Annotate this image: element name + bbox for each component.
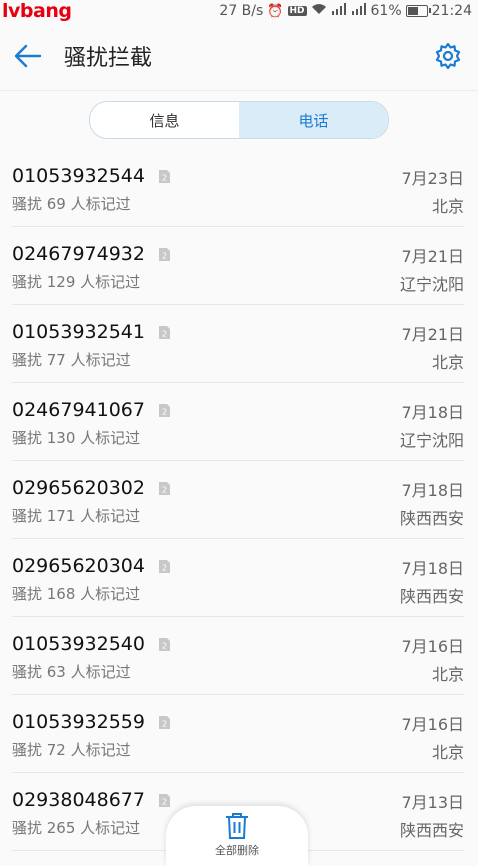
settings-button[interactable] <box>432 40 464 72</box>
call-row[interactable]: 01053932559 2 骚扰 72 人标记过 7月16日北京 <box>12 695 464 773</box>
svg-text:2: 2 <box>162 563 167 572</box>
block-reason: 骚扰 63 人标记过 <box>12 663 131 681</box>
battery-percent: 61% <box>370 3 402 19</box>
call-date: 7月23日 <box>401 169 464 188</box>
blocked-call-list: 01053932544 2 骚扰 69 人标记过 7月23日北京 02467974932… <box>0 149 478 851</box>
block-reason: 骚扰 77 人标记过 <box>12 351 131 369</box>
call-date: 7月16日 <box>401 637 464 656</box>
phone-number-text: 02965620304 <box>12 555 145 577</box>
call-location: 北京 <box>431 197 464 216</box>
call-row[interactable]: 02467974932 2 骚扰 129 人标记过 7月21日辽宁沈阳 <box>12 227 464 305</box>
phone-number-text: 01053932541 <box>12 321 145 343</box>
sim-card-icon: 2 <box>158 793 170 807</box>
svg-text:2: 2 <box>162 407 167 416</box>
trash-icon <box>226 813 248 839</box>
phone-number-text: 02467974932 <box>12 243 145 265</box>
call-location: 北京 <box>431 353 464 372</box>
phone-number: 02467974932 2 <box>12 243 170 265</box>
phone-number: 02467941067 2 <box>12 399 170 421</box>
phone-number-text: 01053932540 <box>12 633 145 655</box>
call-row[interactable]: 02467941067 2 骚扰 130 人标记过 7月18日辽宁沈阳 <box>12 383 464 461</box>
block-reason: 骚扰 265 人标记过 <box>12 819 141 837</box>
page-title: 骚扰拦截 <box>64 46 153 71</box>
call-location: 辽宁沈阳 <box>399 431 464 450</box>
sim-card-icon: 2 <box>158 715 170 729</box>
svg-text:2: 2 <box>162 719 167 728</box>
call-date: 7月21日 <box>401 325 464 344</box>
phone-number-text: 02965620302 <box>12 477 145 499</box>
block-reason: 骚扰 171 人标记过 <box>12 507 141 525</box>
phone-number-text: 01053932544 <box>12 165 145 187</box>
segmented-control: 信息 电话 <box>89 101 389 139</box>
call-location: 陕西西安 <box>399 509 464 528</box>
call-date: 7月13日 <box>401 793 464 812</box>
sim-card-icon: 2 <box>158 403 170 417</box>
call-location: 辽宁沈阳 <box>399 275 464 294</box>
tab-calls[interactable]: 电话 <box>239 102 388 138</box>
phone-number: 02965620302 2 <box>12 477 170 499</box>
call-row[interactable]: 01053932540 2 骚扰 63 人标记过 7月16日北京 <box>12 617 464 695</box>
sim-card-icon: 2 <box>158 247 170 261</box>
back-button[interactable] <box>0 22 56 90</box>
wifi-icon <box>311 3 327 19</box>
phone-number: 01053932540 2 <box>12 633 170 655</box>
call-location: 陕西西安 <box>399 821 464 840</box>
signal-icon-2 <box>351 3 367 19</box>
network-speed: 27 B/s <box>219 3 264 19</box>
svg-text:2: 2 <box>162 485 167 494</box>
call-row[interactable]: 02965620304 2 骚扰 168 人标记过 7月18日陕西西安 <box>12 539 464 617</box>
phone-number: 02938048677 2 <box>12 789 170 811</box>
svg-text:2: 2 <box>162 173 167 182</box>
delete-all-label: 全部删除 <box>215 844 259 857</box>
battery-icon <box>405 5 431 17</box>
block-reason: 骚扰 130 人标记过 <box>12 429 141 447</box>
sim-card-icon: 2 <box>158 637 170 651</box>
call-date: 7月16日 <box>401 715 464 734</box>
svg-text:2: 2 <box>162 251 167 260</box>
call-date: 7月21日 <box>401 247 464 266</box>
app-bar: 骚扰拦截 <box>0 22 478 91</box>
status-bar: lvbang 27 B/s ⏰ HD 61% 21:24 <box>0 0 478 22</box>
sim-card-icon: 2 <box>158 169 170 183</box>
hd-icon: HD <box>287 6 307 16</box>
call-row[interactable]: 01053932541 2 骚扰 77 人标记过 7月21日北京 <box>12 305 464 383</box>
tab-messages[interactable]: 信息 <box>90 102 239 138</box>
block-reason: 骚扰 72 人标记过 <box>12 741 131 759</box>
phone-number: 01053932559 2 <box>12 711 170 733</box>
alarm-icon: ⏰ <box>267 3 284 19</box>
phone-number: 01053932544 2 <box>12 165 170 187</box>
phone-number-text: 02938048677 <box>12 789 145 811</box>
call-date: 7月18日 <box>401 481 464 500</box>
phone-number-text: 02467941067 <box>12 399 145 421</box>
call-location: 北京 <box>431 665 464 684</box>
sim-card-icon: 2 <box>158 481 170 495</box>
block-reason: 骚扰 69 人标记过 <box>12 195 131 213</box>
call-row[interactable]: 01053932544 2 骚扰 69 人标记过 7月23日北京 <box>12 149 464 227</box>
phone-number: 02965620304 2 <box>12 555 170 577</box>
call-location: 北京 <box>431 743 464 762</box>
tab-bar: 信息 电话 <box>0 91 478 149</box>
svg-text:2: 2 <box>162 641 167 650</box>
call-date: 7月18日 <box>401 403 464 422</box>
call-location: 陕西西安 <box>399 587 464 606</box>
sim-card-icon: 2 <box>158 325 170 339</box>
gear-icon <box>435 42 461 70</box>
phone-number: 01053932541 2 <box>12 321 170 343</box>
status-icons: 27 B/s ⏰ HD 61% 21:24 <box>219 3 472 19</box>
delete-all-button[interactable]: 全部删除 <box>166 806 308 866</box>
call-row[interactable]: 02965620302 2 骚扰 171 人标记过 7月18日陕西西安 <box>12 461 464 539</box>
block-reason: 骚扰 129 人标记过 <box>12 273 141 291</box>
clock: 21:24 <box>431 3 472 19</box>
block-reason: 骚扰 168 人标记过 <box>12 585 141 603</box>
call-date: 7月18日 <box>401 559 464 578</box>
svg-text:2: 2 <box>162 329 167 338</box>
phone-number-text: 01053932559 <box>12 711 145 733</box>
signal-icon-1 <box>331 3 347 19</box>
back-arrow-icon <box>14 44 42 68</box>
sim-card-icon: 2 <box>158 559 170 573</box>
watermark-logo: lvbang <box>2 0 72 22</box>
svg-text:2: 2 <box>162 797 167 806</box>
